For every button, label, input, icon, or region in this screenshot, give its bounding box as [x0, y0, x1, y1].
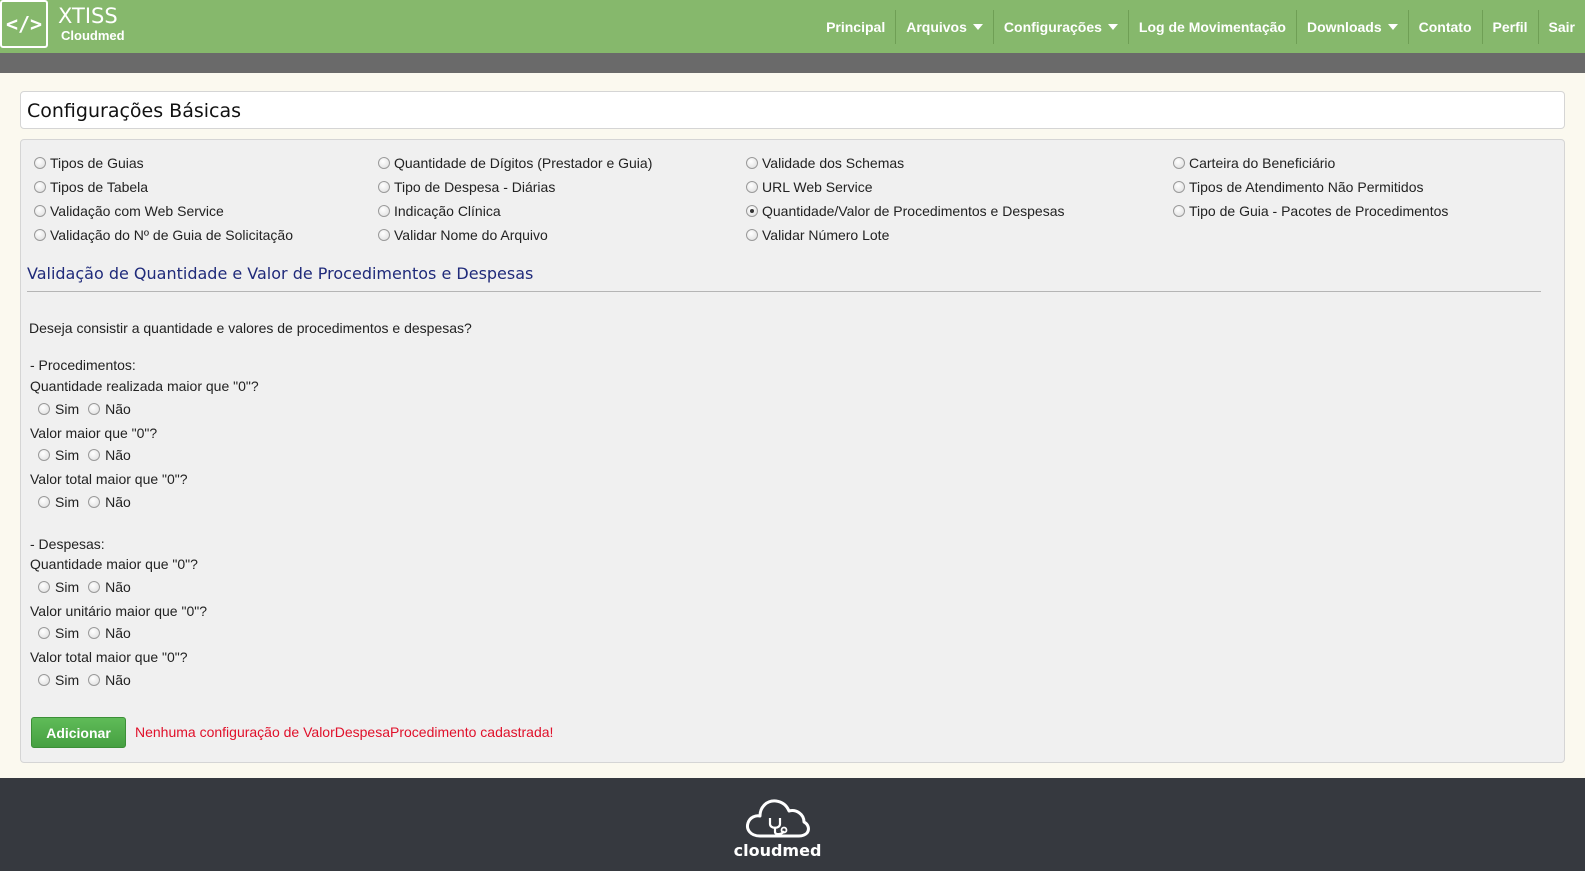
caret-down-icon [1387, 24, 1398, 30]
option-url-web-service[interactable]: URL Web Service [746, 179, 872, 195]
brand[interactable]: XTISS Cloudmed [58, 4, 125, 44]
option-quantidade-valor-procedimentos[interactable]: Quantidade/Valor de Procedimentos e Desp… [746, 203, 1064, 219]
option-carteira-beneficiario[interactable]: Carteira do Beneficiário [1173, 155, 1335, 171]
nav-log-movimentacao[interactable]: Log de Movimentação [1127, 9, 1296, 44]
option-validade-schemas[interactable]: Validade dos Schemas [746, 155, 904, 171]
question-label: Valor total maior que "0"? [30, 649, 188, 665]
radio-button[interactable] [38, 674, 50, 686]
cloud-stethoscope-icon [746, 799, 810, 838]
option-nao[interactable]: Não [88, 447, 131, 463]
option-nao[interactable]: Não [88, 625, 131, 641]
radio-button[interactable] [34, 157, 46, 169]
radio-button[interactable] [38, 403, 50, 415]
question-label: Valor maior que "0"? [30, 425, 158, 441]
radio-button[interactable] [34, 205, 46, 217]
radio-button[interactable] [378, 205, 390, 217]
radio-button[interactable] [38, 627, 50, 639]
option-sim[interactable]: Sim [38, 494, 79, 510]
option-validar-numero-lote[interactable]: Validar Número Lote [746, 227, 889, 243]
question-label: Quantidade realizada maior que "0"? [30, 378, 259, 394]
yes-no-group: Sim Não [38, 401, 140, 417]
option-tipos-atendimento-nao-permitidos[interactable]: Tipos de Atendimento Não Permitidos [1173, 179, 1424, 195]
question-label: Valor unitário maior que "0"? [30, 603, 207, 619]
yes-no-group: Sim Não [38, 625, 140, 641]
radio-button[interactable] [378, 229, 390, 241]
radio-button[interactable] [1173, 181, 1185, 193]
option-quantidade-digitos[interactable]: Quantidade de Dígitos (Prestador e Guia) [378, 155, 652, 171]
radio-button[interactable] [34, 229, 46, 241]
yes-no-group: Sim Não [38, 579, 140, 595]
consist-question: Deseja consistir a quantidade e valores … [29, 320, 472, 336]
radio-button[interactable] [88, 581, 101, 593]
config-panel: Tipos de Guias Tipos de Tabela Validação… [20, 139, 1565, 763]
option-indicacao-clinica[interactable]: Indicação Clínica [378, 203, 501, 219]
question-label: Valor total maior que "0"? [30, 471, 188, 487]
option-sim[interactable]: Sim [38, 625, 79, 641]
option-validacao-guia-solicitacao[interactable]: Validação do Nº de Guia de Solicitação [34, 227, 293, 243]
radio-button-selected[interactable] [746, 205, 758, 217]
caret-down-icon [1107, 24, 1118, 30]
sub-bar [0, 53, 1585, 73]
option-sim[interactable]: Sim [38, 401, 79, 417]
option-nao[interactable]: Não [88, 401, 131, 417]
yes-no-group: Sim Não [38, 494, 140, 510]
option-nao[interactable]: Não [88, 579, 131, 595]
add-button[interactable]: Adicionar [31, 717, 126, 748]
radio-button[interactable] [746, 229, 758, 241]
nav-sair[interactable]: Sair [1537, 9, 1585, 44]
radio-button[interactable] [38, 581, 50, 593]
radio-button[interactable] [88, 403, 101, 415]
radio-button[interactable] [378, 181, 390, 193]
procedimentos-heading: - Procedimentos: [30, 357, 136, 373]
radio-button[interactable] [1173, 205, 1185, 217]
title-panel: Configurações Básicas [20, 91, 1565, 129]
radio-button[interactable] [1173, 157, 1185, 169]
radio-button[interactable] [38, 496, 50, 508]
radio-button[interactable] [378, 157, 390, 169]
radio-button[interactable] [88, 627, 101, 639]
brand-subtitle: Cloudmed [61, 28, 125, 43]
main-nav: Principal Arquivos Configurações Log de … [816, 0, 1585, 53]
option-tipos-de-guias[interactable]: Tipos de Guias [34, 155, 144, 171]
caret-down-icon [972, 24, 983, 30]
option-sim[interactable]: Sim [38, 447, 79, 463]
nav-perfil[interactable]: Perfil [1481, 9, 1538, 44]
radio-button[interactable] [38, 449, 50, 461]
nav-configuracoes[interactable]: Configurações [992, 9, 1128, 44]
despesas-heading: - Despesas: [30, 536, 105, 552]
option-tipos-de-tabela[interactable]: Tipos de Tabela [34, 179, 148, 195]
option-validar-nome-arquivo[interactable]: Validar Nome do Arquivo [378, 227, 548, 243]
option-sim[interactable]: Sim [38, 579, 79, 595]
option-tipo-guia-pacotes[interactable]: Tipo de Guia - Pacotes de Procedimentos [1173, 203, 1448, 219]
code-logo-icon[interactable]: </> [0, 0, 48, 48]
radio-button[interactable] [88, 674, 101, 686]
brand-name: XTISS [58, 4, 118, 28]
option-nao[interactable]: Não [88, 494, 131, 510]
option-validacao-web-service[interactable]: Validação com Web Service [34, 203, 224, 219]
radio-button[interactable] [34, 181, 46, 193]
nav-arquivos[interactable]: Arquivos [895, 9, 993, 44]
radio-button[interactable] [746, 181, 758, 193]
nav-contato[interactable]: Contato [1407, 9, 1482, 44]
footer-brand: cloudmed [733, 841, 822, 860]
divider [27, 291, 1541, 292]
nav-principal[interactable]: Principal [816, 10, 895, 44]
nav-downloads[interactable]: Downloads [1295, 9, 1408, 44]
top-navbar: </> XTISS Cloudmed Principal Arquivos Co… [0, 0, 1585, 53]
footer: cloudmed [0, 778, 1585, 871]
yes-no-group: Sim Não [38, 672, 140, 688]
error-message: Nenhuma configuração de ValorDespesaProc… [135, 724, 554, 740]
radio-button[interactable] [88, 449, 101, 461]
page-title: Configurações Básicas [27, 100, 242, 122]
section-title: Validação de Quantidade e Valor de Proce… [27, 264, 534, 283]
radio-button[interactable] [746, 157, 758, 169]
option-nao[interactable]: Não [88, 672, 131, 688]
radio-button[interactable] [88, 496, 101, 508]
option-sim[interactable]: Sim [38, 672, 79, 688]
question-label: Quantidade maior que "0"? [30, 556, 198, 572]
option-tipo-despesa-diarias[interactable]: Tipo de Despesa - Diárias [378, 179, 555, 195]
yes-no-group: Sim Não [38, 447, 140, 463]
